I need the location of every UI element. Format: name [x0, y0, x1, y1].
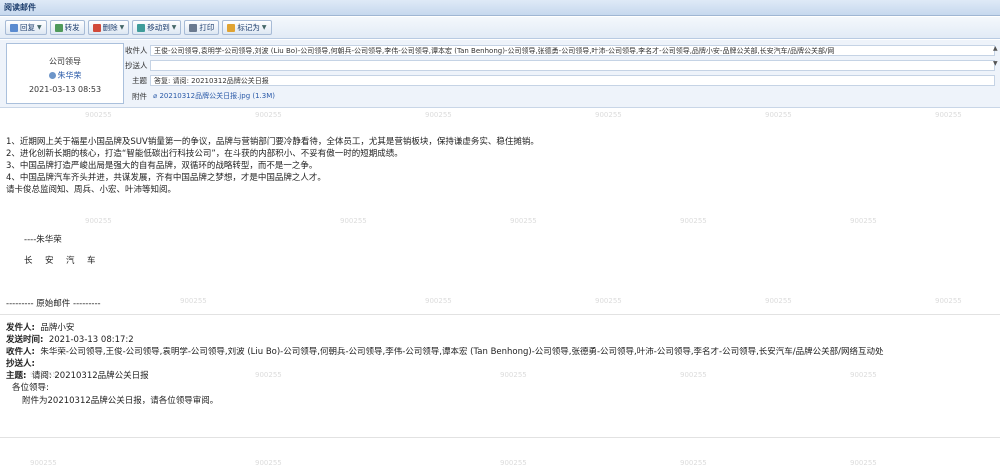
reply-icon	[10, 23, 18, 32]
scroll-up-icon[interactable]: ▲	[993, 46, 998, 52]
watermark: 900255	[765, 111, 792, 119]
orig-to-row: 收件人: 朱华荣-公司领导,王俊-公司领导,袁明学-公司领导,刘波 (Liu B…	[6, 347, 996, 358]
watermark: 900255	[765, 297, 792, 305]
watermark: 900255	[850, 371, 877, 379]
print-button[interactable]: 打印	[184, 20, 220, 35]
signature-company: 长 安 汽 车	[24, 256, 98, 266]
cc-field[interactable]	[150, 59, 995, 71]
mail-header: 公司领导 朱华荣 2021-03-13 08:53 收件人 王俊-公司领导,袁明…	[0, 40, 1000, 108]
mail-body: 900255 900255 900255 900255 900255 90025…	[0, 109, 1000, 475]
chevron-down-icon: ▼	[37, 24, 42, 31]
orig-subject: 请阅: 20210312品牌公关日报	[31, 371, 149, 381]
signature-name: ----朱华荣	[24, 235, 62, 245]
watermark: 900255	[510, 217, 537, 225]
orig-time: 2021-03-13 08:17:2	[48, 335, 134, 345]
body-line: 4、中国品牌汽车齐头并进，共谋发展，齐有中国品牌之梦想，才是中国品牌之人才。	[6, 173, 326, 183]
subject-field: 答复: 请阅: 20210312品牌公关日报	[150, 74, 995, 86]
watermark: 900255	[255, 371, 282, 379]
print-icon	[189, 23, 198, 32]
separator	[0, 314, 1000, 315]
watermark: 900255	[255, 111, 282, 119]
chevron-down-icon: ▼	[171, 24, 177, 31]
watermark: 900255	[85, 111, 112, 119]
toolbar: 回复 ▼ 转发 删除 ▼ 移动到 ▼ 打印 标记为 ▼	[0, 17, 1000, 39]
body-line: 3、中国品牌打造严峻出局是强大的自有品牌，双循环的战略转型，而不是一之争。	[6, 161, 318, 171]
watermark: 900255	[180, 297, 207, 305]
watermark: 900255	[340, 217, 367, 225]
orig-subject-row: 主题: 请阅: 20210312品牌公关日报	[6, 371, 149, 382]
to-label: 收件人	[125, 45, 148, 55]
watermark: 900255	[850, 459, 877, 467]
orig-cc-label: 抄送人:	[6, 359, 35, 369]
body-line: 请卡俊总监阅知、周兵、小宏、叶沛等知阅。	[6, 185, 177, 195]
orig-from-label: 发件人:	[6, 323, 35, 333]
attach-row: 附件 ⌀ 20210312品牌公关日报.jpg (1.3M)	[125, 90, 995, 102]
sender-name: 朱华荣	[57, 71, 82, 80]
orig-to-label: 收件人:	[6, 347, 35, 357]
orig-time-label: 发送时间:	[6, 335, 44, 345]
flag-icon	[227, 23, 236, 32]
watermark: 900255	[85, 217, 112, 225]
orig-time-row: 发送时间: 2021-03-13 08:17:2	[6, 335, 134, 346]
to-row: 收件人 王俊-公司领导,袁明学-公司领导,刘波 (Liu Bo)-公司领导,何朝…	[125, 44, 995, 56]
move-label: 移动到	[147, 23, 170, 32]
watermark: 900255	[680, 371, 707, 379]
reply-label: 回复	[20, 23, 35, 32]
mark-button[interactable]: 标记为 ▼	[222, 20, 272, 35]
watermark: 900255	[935, 297, 962, 305]
reply-button[interactable]: 回复 ▼	[5, 20, 47, 35]
mark-label: 标记为	[237, 23, 260, 32]
watermark: 900255	[500, 459, 527, 467]
delete-button[interactable]: 删除 ▼	[87, 20, 130, 35]
body-line: 2、进化创新长期的核心，打造“智能低碳出行科技公司”，在斗获的内部积小、不妥有傲…	[6, 149, 403, 159]
attach-label: 附件	[132, 91, 147, 101]
watermark: 900255	[255, 459, 282, 467]
orig-content: 附件为20210312品牌公关日报，请各位领导审阅。	[22, 396, 219, 406]
sender-role: 公司领导	[49, 57, 81, 66]
move-button[interactable]: 移动到 ▼	[132, 20, 182, 35]
paperclip-icon: ⌀	[153, 91, 158, 100]
attachment-name: 20210312品牌公关日报.jpg (1.3M)	[159, 91, 275, 100]
chevron-down-icon: ▼	[119, 24, 125, 31]
orig-subject-label: 主题:	[6, 371, 27, 381]
orig-from: 品牌小安	[40, 323, 75, 333]
orig-from-row: 发件人: 品牌小安	[6, 323, 74, 334]
sender-name-link[interactable]: 朱华荣	[7, 70, 123, 81]
subject-row: 主题 答复: 请阅: 20210312品牌公关日报	[125, 74, 995, 86]
delete-icon	[92, 23, 101, 32]
orig-cc-row: 抄送人:	[6, 359, 40, 370]
attachment-link[interactable]: ⌀ 20210312品牌公关日报.jpg (1.3M)	[150, 91, 995, 102]
watermark: 900255	[425, 297, 452, 305]
window-title: 阅读邮件	[0, 0, 1000, 16]
person-icon	[48, 72, 56, 79]
watermark: 900255	[680, 217, 707, 225]
watermark: 900255	[680, 459, 707, 467]
sender-card: 公司领导 朱华荣 2021-03-13 08:53	[6, 43, 124, 104]
scroll-down-icon[interactable]: ▼	[993, 61, 998, 67]
separator	[0, 437, 1000, 438]
forward-icon	[54, 23, 63, 32]
cc-label: 抄送人	[125, 60, 148, 70]
watermark: 900255	[30, 459, 57, 467]
watermark: 900255	[500, 371, 527, 379]
watermark: 900255	[595, 111, 622, 119]
cc-row: 抄送人	[125, 59, 995, 71]
original-separator: --------- 原始邮件 ---------	[6, 299, 101, 309]
watermark: 900255	[425, 111, 452, 119]
delete-label: 删除	[102, 23, 118, 32]
subject-label: 主题	[132, 75, 147, 85]
print-label: 打印	[199, 23, 215, 32]
sender-date: 2021-03-13 08:53	[28, 85, 102, 94]
body-line: 1、近期网上关于福星小国品牌及SUV销量第一的争议，品牌与营销部门要冷静看待，全…	[6, 137, 539, 147]
watermark: 900255	[595, 297, 622, 305]
move-icon	[137, 23, 146, 32]
to-field[interactable]: 王俊-公司领导,袁明学-公司领导,刘波 (Liu Bo)-公司领导,何朝兵-公司…	[150, 44, 995, 56]
orig-greeting: 各位领导:	[12, 383, 49, 393]
watermark: 900255	[850, 217, 877, 225]
forward-button[interactable]: 转发	[49, 20, 85, 35]
watermark: 900255	[935, 111, 962, 119]
orig-to: 朱华荣-公司领导,王俊-公司领导,袁明学-公司领导,刘波 (Liu Bo)-公司…	[40, 347, 884, 357]
forward-label: 转发	[64, 23, 80, 32]
chevron-down-icon: ▼	[261, 24, 267, 31]
